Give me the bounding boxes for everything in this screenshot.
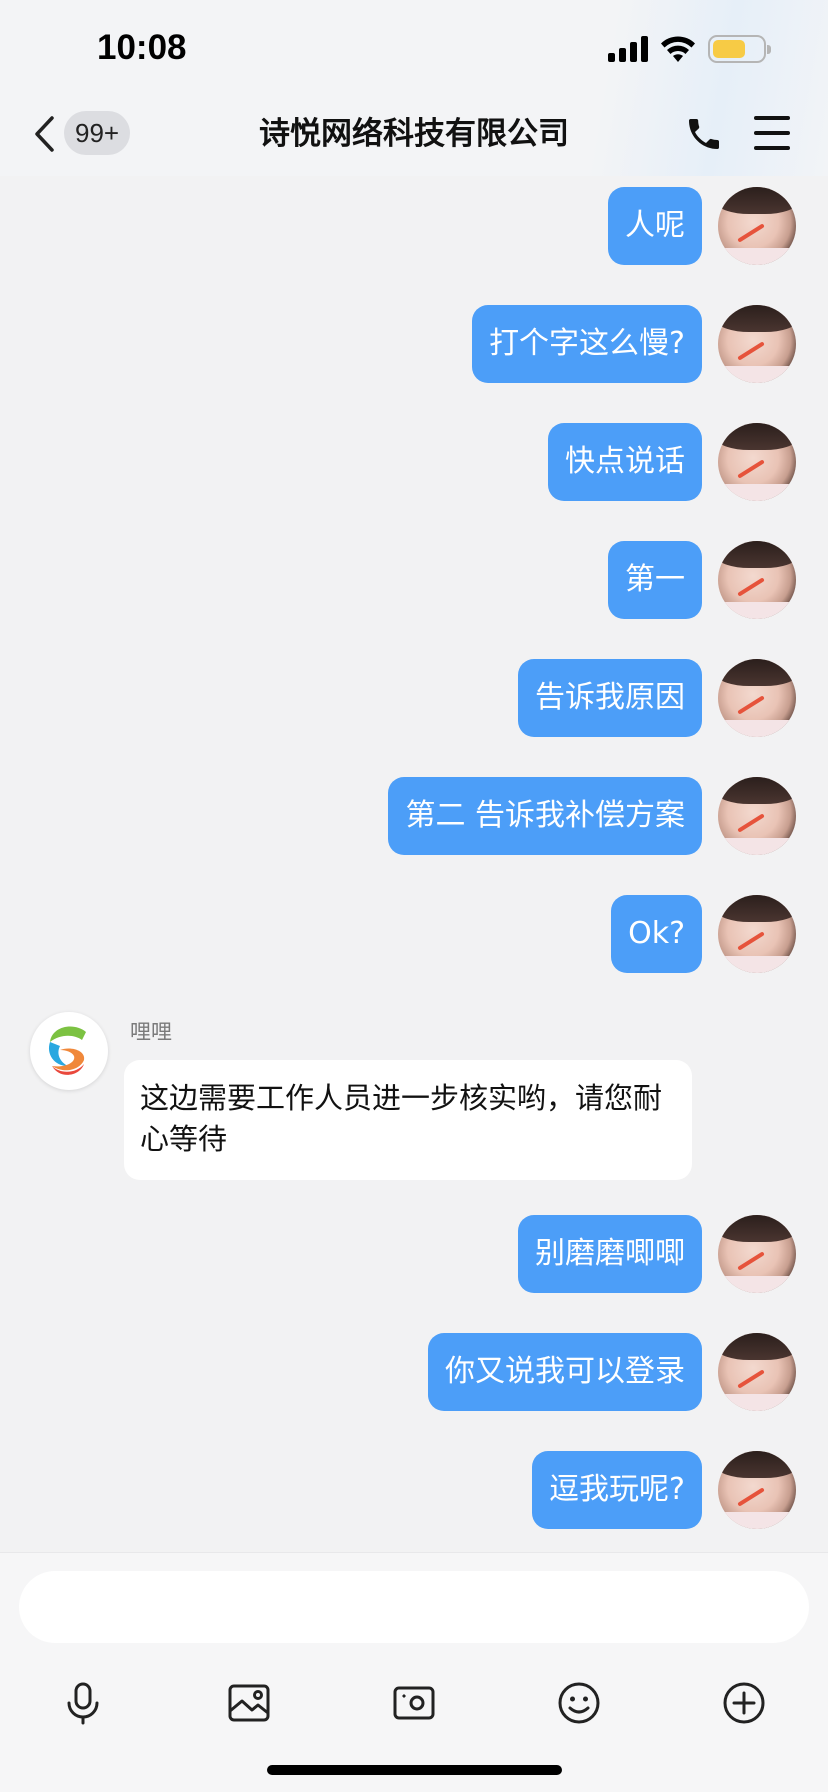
sender-name: 哩哩 (130, 1020, 172, 1044)
user-avatar[interactable] (718, 777, 796, 855)
back-button[interactable] (32, 112, 60, 156)
message-bubble-out[interactable]: 快点说话 (548, 423, 702, 501)
user-avatar[interactable] (718, 659, 796, 737)
message-bubble-out[interactable]: 第二 告诉我补偿方案 (388, 777, 702, 855)
user-avatar[interactable] (718, 305, 796, 383)
user-avatar[interactable] (718, 1451, 796, 1529)
user-avatar[interactable] (718, 1215, 796, 1293)
message-bubble-out[interactable]: 人呢 (608, 187, 702, 265)
message-input[interactable] (19, 1571, 809, 1643)
service-avatar[interactable] (30, 1012, 108, 1090)
home-indicator[interactable] (267, 1765, 562, 1775)
company-logo-icon (48, 1026, 86, 1075)
camera-icon (393, 1686, 435, 1720)
image-button[interactable] (225, 1679, 273, 1727)
input-area (0, 1552, 828, 1792)
emoji-icon (558, 1682, 600, 1724)
message-bubble-out[interactable]: 第一 (608, 541, 702, 619)
chat-title: 诗悦网络科技有限公司 (259, 116, 569, 152)
wifi-icon (661, 36, 695, 62)
plus-circle-icon (723, 1682, 765, 1724)
status-time: 10:08 (97, 28, 187, 67)
message-bubble-out[interactable]: 逗我玩呢? (532, 1451, 702, 1529)
user-avatar[interactable] (718, 423, 796, 501)
microphone-icon (67, 1682, 99, 1725)
user-avatar[interactable] (718, 1333, 796, 1411)
message-bubble-out[interactable]: 告诉我原因 (518, 659, 702, 737)
user-avatar[interactable] (718, 187, 796, 265)
battery-icon (708, 35, 771, 63)
message-out: 快点说话 (548, 423, 796, 501)
message-out: 告诉我原因 (518, 659, 796, 737)
message-out: 逗我玩呢? (532, 1451, 796, 1529)
message-bubble-out[interactable]: Ok? (611, 895, 702, 973)
message-out: 打个字这么慢? (472, 305, 796, 383)
unread-count-badge[interactable]: 99+ (64, 111, 131, 155)
cellular-signal-icon (608, 36, 648, 62)
status-icons (608, 32, 771, 66)
message-out: 第二 告诉我补偿方案 (388, 777, 796, 855)
voice-button[interactable] (59, 1679, 107, 1727)
message-out: 人呢 (608, 187, 796, 265)
message-bubble-in[interactable]: 这边需要工作人员进一步核实哟，请您耐心等待 (124, 1060, 692, 1180)
message-bubble-out[interactable]: 打个字这么慢? (472, 305, 702, 383)
more-button[interactable] (720, 1679, 768, 1727)
camera-button[interactable] (390, 1679, 438, 1727)
user-avatar[interactable] (718, 541, 796, 619)
message-out: 第一 (608, 541, 796, 619)
call-button[interactable] (684, 114, 724, 154)
phone-icon (689, 119, 719, 149)
image-icon (228, 1684, 270, 1722)
user-avatar[interactable] (718, 895, 796, 973)
menu-icon (754, 116, 790, 120)
message-out: 别磨磨唧唧 (518, 1215, 796, 1293)
message-bubble-out[interactable]: 你又说我可以登录 (428, 1333, 702, 1411)
message-out: Ok? (611, 895, 796, 973)
message-bubble-out[interactable]: 别磨磨唧唧 (518, 1215, 702, 1293)
menu-button[interactable] (754, 116, 790, 150)
emoji-button[interactable] (555, 1679, 603, 1727)
message-out: 你又说我可以登录 (428, 1333, 796, 1411)
chevron-left-icon (35, 116, 54, 152)
